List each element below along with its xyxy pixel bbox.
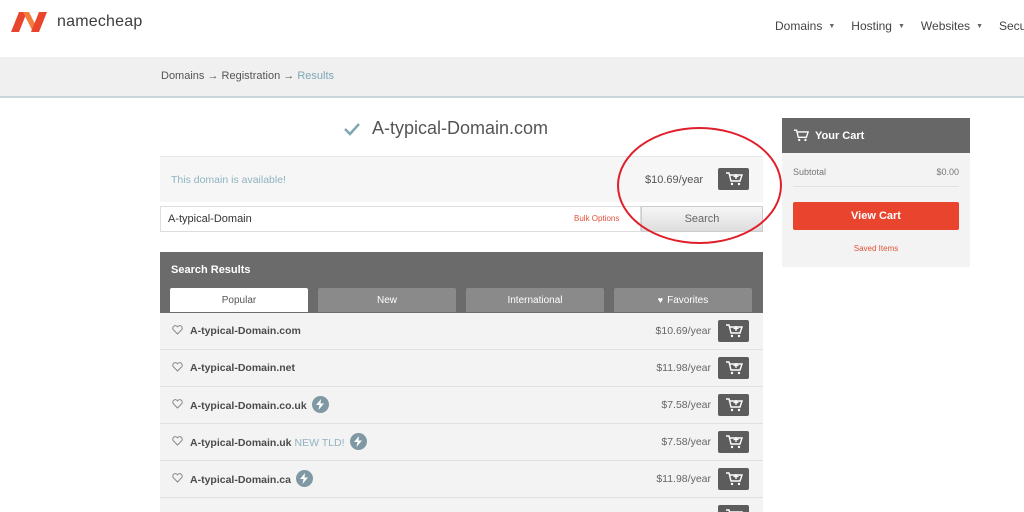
bulk-options-link[interactable]: Bulk Options: [574, 214, 619, 223]
tab-international[interactable]: International: [466, 288, 604, 312]
subtotal-value: $0.00: [936, 167, 959, 177]
domain-name-text: A-typical-Domain.uk: [190, 436, 292, 449]
domain-name: A-typical-Domain.ca: [190, 470, 313, 487]
domain-name: A-typical-Domain.uk NEW TLD!: [190, 433, 367, 450]
tab-popular[interactable]: Popular: [170, 288, 308, 312]
top-navbar: namecheap Domains ▼ Hosting ▼ Websites ▼ Se…: [0, 0, 1024, 57]
saved-items-link[interactable]: Saved Items: [782, 244, 970, 253]
domain-price: $7.58/year: [661, 436, 711, 448]
heart-icon: ♥: [657, 295, 664, 305]
list-item: A-typical-Domain.co.uk $7.58/year: [160, 387, 763, 424]
breadcrumb-separator: →: [204, 70, 222, 82]
cart-plus-icon: [725, 398, 743, 412]
tab-new[interactable]: New: [318, 288, 456, 312]
breadcrumb-registration[interactable]: Registration: [222, 70, 281, 82]
chevron-down-icon: ▼: [828, 22, 836, 30]
divider: [793, 186, 959, 187]
view-cart-button[interactable]: View Cart: [793, 202, 959, 230]
domain-name-text: A-typical-Domain.ca: [190, 473, 291, 486]
add-to-cart-button[interactable]: [718, 357, 749, 379]
breadcrumb-domains[interactable]: Domains: [161, 70, 204, 82]
availability-row: This domain is available! $10.69/year: [160, 156, 763, 202]
list-item: A-typical-Domain.uk NEW TLD! $7.58/year: [160, 424, 763, 461]
heart-outline-icon[interactable]: [172, 436, 183, 446]
heart-outline-icon[interactable]: [172, 325, 183, 335]
add-to-cart-button[interactable]: [718, 468, 749, 490]
heart-outline-icon[interactable]: [172, 473, 183, 483]
main-nav: Domains ▼ Hosting ▼ Websites ▼ Secur: [775, 19, 1024, 33]
domain-title: A-typical-Domain.com: [372, 118, 549, 138]
domain-price: $10.69/year: [645, 174, 704, 186]
lightning-bolt-icon: [295, 470, 313, 487]
nav-hosting[interactable]: Hosting ▼: [851, 19, 905, 33]
breadcrumb-bar: Domains → Registration → Results: [0, 57, 1024, 98]
cart-panel: Your Cart Subtotal $0.00 View Cart Saved…: [782, 118, 970, 267]
search-button[interactable]: Search: [641, 206, 763, 232]
nav-domains[interactable]: Domains ▼: [775, 19, 835, 33]
domain-name: A-typical-Domain.co.uk: [190, 396, 329, 413]
list-item: A-typical-Domain.com $10.69/year: [160, 313, 763, 350]
results-list: A-typical-Domain.com $10.69/year A-typic…: [160, 313, 763, 512]
add-to-cart-button[interactable]: [718, 505, 749, 512]
cart-plus-icon: [725, 172, 743, 186]
brand-name: namecheap: [57, 13, 143, 30]
breadcrumb-separator: →: [280, 70, 298, 82]
list-item-partial: [160, 498, 763, 512]
nav-security[interactable]: Secur: [999, 19, 1024, 33]
heart-outline-icon[interactable]: [172, 362, 183, 372]
domain-price: $7.58/year: [661, 399, 711, 411]
domain-name-text: A-typical-Domain.co.uk: [190, 399, 307, 412]
domain-price: $10.69/year: [655, 325, 711, 337]
namecheap-logo-icon: [11, 12, 47, 32]
cart-header: Your Cart: [782, 118, 970, 153]
search-results-panel: Search Results Popular New International…: [160, 252, 763, 512]
breadcrumb-results: Results: [297, 70, 335, 82]
cart-icon: [793, 129, 809, 142]
cart-title: Your Cart: [815, 129, 865, 142]
list-item: A-typical-Domain.ca $11.98/year: [160, 461, 763, 498]
nav-websites-label: Websites: [920, 19, 971, 33]
namecheap-logo[interactable]: namecheap: [9, 10, 142, 34]
chevron-down-icon: ▼: [976, 22, 983, 30]
add-to-cart-button[interactable]: [718, 320, 749, 342]
subtotal-label: Subtotal: [793, 167, 827, 177]
domain-name-text: A-typical-Domain.com: [190, 325, 301, 337]
domain-price: $11.98/year: [656, 362, 711, 374]
add-to-cart-button[interactable]: [718, 394, 749, 416]
domain-search-input[interactable]: A-typical-Domain: [160, 206, 641, 232]
availability-message: This domain is available!: [171, 174, 286, 186]
lightning-bolt-icon: [311, 396, 329, 413]
breadcrumb: Domains → Registration → Results: [161, 70, 334, 82]
cart-plus-icon: [725, 435, 743, 449]
add-to-cart-button[interactable]: [718, 431, 749, 453]
search-row: A-typical-Domain Bulk Options Search: [160, 206, 763, 232]
domain-name: A-typical-Domain.net: [190, 362, 295, 374]
cart-plus-icon: [725, 472, 743, 486]
heart-outline-icon[interactable]: [172, 399, 183, 409]
tab-favorites-label: Favorites: [667, 294, 709, 306]
domain-name: A-typical-Domain.com: [190, 325, 301, 337]
tab-favorites[interactable]: ♥ Favorites: [614, 288, 752, 312]
search-results-heading: Search Results: [171, 264, 251, 276]
domain-heading: A-typical-Domain.com: [344, 118, 548, 139]
checkmark-icon: [344, 122, 360, 136]
nav-hosting-label: Hosting: [851, 19, 892, 33]
domain-name-text: A-typical-Domain.net: [190, 362, 296, 374]
nav-websites[interactable]: Websites ▼: [921, 19, 983, 33]
chevron-down-icon: ▼: [897, 22, 905, 30]
add-to-cart-button[interactable]: [718, 168, 749, 190]
domain-price: $11.98/year: [656, 473, 711, 485]
cart-plus-icon: [725, 361, 743, 375]
nav-security-label: Secur: [999, 19, 1024, 33]
cart-plus-icon: [725, 324, 743, 338]
nav-domains-label: Domains: [775, 19, 823, 33]
results-tabs: Popular New International ♥ Favorites: [170, 288, 762, 312]
cart-subtotal: Subtotal $0.00: [793, 167, 959, 177]
list-item: A-typical-Domain.net $11.98/year: [160, 350, 763, 387]
new-tld-badge: NEW TLD!: [294, 436, 345, 449]
lightning-bolt-icon: [349, 433, 367, 450]
